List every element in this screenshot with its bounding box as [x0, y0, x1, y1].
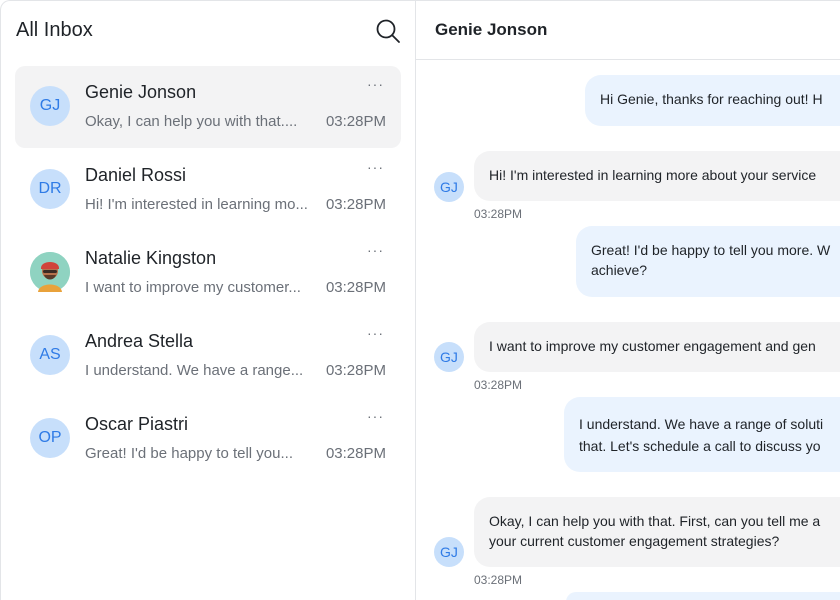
- conversation-time: 03:28PM: [325, 196, 386, 213]
- outgoing-message: I understand. We have a range of soluti …: [564, 397, 840, 472]
- conversation-item-genie-jonson[interactable]: GJ Genie Jonson ··· Okay, I can help you…: [15, 66, 401, 148]
- message-time: 03:28PM: [474, 573, 523, 587]
- conversation-name: Daniel Rossi: [85, 165, 187, 185]
- conversation-time: 03:28PM: [325, 362, 386, 379]
- conversation-name: Oscar Piastri: [85, 414, 189, 434]
- outgoing-message: Great! I'd be happy to tell you more. W …: [576, 226, 840, 297]
- avatar: AS: [30, 335, 70, 375]
- message-text-line: that. Let's schedule a call to discuss y…: [579, 438, 821, 454]
- outgoing-message-partial: [566, 592, 840, 600]
- chat-title: Genie Jonson: [435, 20, 548, 39]
- message-avatar: GJ: [434, 342, 464, 372]
- message-text-line: Great! I'd be happy to tell you more. W: [591, 242, 831, 258]
- message-text: Hi! I'm interested in learning more abou…: [489, 167, 817, 183]
- avatar: GJ: [30, 86, 70, 126]
- chat-panel: Genie Jonson Hi Genie, thanks for reachi…: [416, 0, 840, 600]
- outgoing-message: Hi Genie, thanks for reaching out! H: [585, 75, 840, 126]
- message-text: I want to improve my customer engagement…: [489, 338, 816, 354]
- conversation-name: Andrea Stella: [85, 331, 194, 351]
- avatar: DR: [30, 169, 70, 209]
- search-icon[interactable]: [375, 18, 401, 44]
- conversation-item-andrea-stella[interactable]: AS Andrea Stella ··· I understand. We ha…: [15, 315, 401, 397]
- conversation-item-natalie-kingston[interactable]: Natalie Kingston ··· I want to improve m…: [15, 232, 401, 314]
- message-time: 03:28PM: [474, 207, 523, 221]
- more-options-icon[interactable]: ···: [367, 242, 384, 258]
- conversation-time: 03:28PM: [325, 113, 386, 130]
- conversation-item-oscar-piastri[interactable]: OP Oscar Piastri ··· Great! I'd be happy…: [15, 398, 401, 480]
- message-text: Hi Genie, thanks for reaching out! H: [600, 91, 823, 107]
- incoming-message: I want to improve my customer engagement…: [474, 322, 840, 372]
- incoming-message: Hi! I'm interested in learning more abou…: [474, 151, 840, 201]
- chat-header: Genie Jonson: [416, 1, 840, 60]
- inbox-panel: All Inbox GJ Genie Jonson ··· Okay, I ca…: [0, 0, 416, 600]
- conversation-preview: I understand. We have a range...: [85, 362, 304, 379]
- avatar: OP: [30, 418, 70, 458]
- conversation-item-daniel-rossi[interactable]: DR Daniel Rossi ··· Hi! I'm interested i…: [15, 149, 401, 231]
- more-options-icon[interactable]: ···: [367, 159, 384, 175]
- message-text-line: your current customer engagement strateg…: [489, 533, 780, 549]
- conversation-name: Natalie Kingston: [85, 248, 217, 268]
- avatar-photo: [30, 252, 70, 292]
- more-options-icon[interactable]: ···: [367, 325, 384, 341]
- more-options-icon[interactable]: ···: [367, 76, 384, 92]
- incoming-message: Okay, I can help you with that. First, c…: [474, 497, 840, 567]
- message-time: 03:28PM: [474, 378, 523, 392]
- conversation-time: 03:28PM: [325, 279, 386, 296]
- conversation-preview: Okay, I can help you with that....: [85, 113, 298, 130]
- message-text-line: Okay, I can help you with that. First, c…: [489, 513, 821, 529]
- conversation-preview: Great! I'd be happy to tell you...: [85, 445, 293, 462]
- message-avatar: GJ: [434, 172, 464, 202]
- inbox-title: All Inbox: [16, 19, 93, 41]
- conversation-name: Genie Jonson: [85, 82, 197, 102]
- message-text-line: I understand. We have a range of soluti: [579, 416, 824, 432]
- message-text-line: achieve?: [591, 262, 648, 278]
- conversation-preview: I want to improve my customer...: [85, 279, 301, 296]
- conversation-preview: Hi! I'm interested in learning mo...: [85, 196, 307, 213]
- message-avatar: GJ: [434, 537, 464, 567]
- more-options-icon[interactable]: ···: [367, 408, 384, 424]
- conversation-time: 03:28PM: [325, 445, 386, 462]
- messaging-app: All Inbox GJ Genie Jonson ··· Okay, I ca…: [0, 0, 840, 600]
